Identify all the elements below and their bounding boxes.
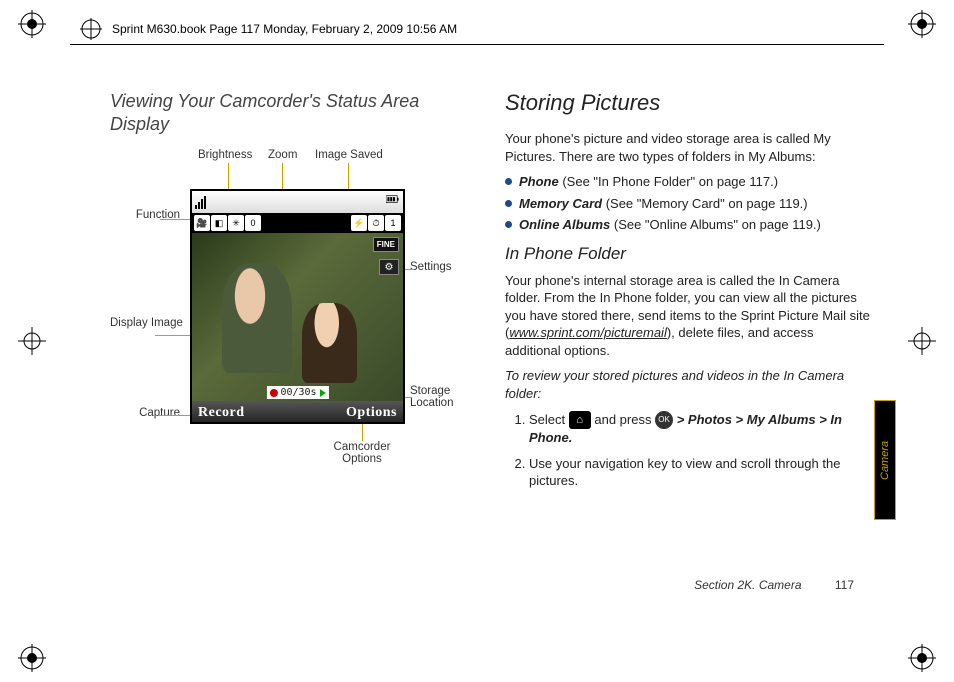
footer-page: 117 <box>835 578 854 592</box>
label-display-image: Display Image <box>110 317 180 329</box>
play-icon <box>320 389 326 397</box>
battery-icon <box>386 195 400 209</box>
time-bar: 00/30s <box>266 386 328 399</box>
phone-iconrow: 🎥 ◧ ✳ 0 ⚡ ⏱ 1 <box>192 213 403 233</box>
left-column: Viewing Your Camcorder's Status Area Dis… <box>110 90 475 498</box>
folder-bullet-list: Phone (See "In Phone Folder" on page 117… <box>505 173 870 234</box>
mode-icon: 🎥 <box>194 215 210 231</box>
sub-heading: In Phone Folder <box>505 244 870 264</box>
settings-icon: ⚙ <box>379 259 399 275</box>
phone-screen: 🎥 ◧ ✳ 0 ⚡ ⏱ 1 FINE ⚙ 00/30s <box>190 189 405 424</box>
crop-mark-icon <box>18 10 46 38</box>
label-settings: Settings <box>410 261 452 273</box>
label-image-saved: Image Saved <box>315 149 383 161</box>
label-capture: Capture <box>110 407 180 419</box>
list-item: Memory Card (See "Memory Card" on page 1… <box>505 195 870 213</box>
label-brightness: Brightness <box>198 149 252 161</box>
zoom-value: 0 <box>245 215 261 231</box>
count-value: 1 <box>385 215 401 231</box>
intro-para: Your phone's picture and video storage a… <box>505 130 870 165</box>
timer-icon: ⏱ <box>368 215 384 231</box>
list-item: Online Albums (See "Online Albums" on pa… <box>505 216 870 234</box>
url-text: www.sprint.com/picturemail <box>509 325 667 340</box>
home-key-icon <box>569 411 591 429</box>
signal-icon <box>195 195 209 209</box>
exposure-icon: ✳ <box>228 215 244 231</box>
camcorder-diagram: Brightness Zoom Image Saved Function Dis… <box>110 149 450 479</box>
left-heading: Viewing Your Camcorder's Status Area Dis… <box>110 90 475 135</box>
step-2: Use your navigation key to view and scro… <box>529 455 870 490</box>
softkey-left: Record <box>198 405 245 421</box>
step-1: Select and press > Photos > My Albums > … <box>529 411 870 447</box>
time-text: 00/30s <box>280 387 316 398</box>
record-dot-icon <box>269 389 277 397</box>
crop-mark-icon <box>18 644 46 672</box>
section-tab: Camera <box>874 400 896 520</box>
sub-para: Your phone's internal storage area is ca… <box>505 272 870 360</box>
softkey-bar: Record Options <box>192 401 403 424</box>
label-camcorder-options: Camcorder Options <box>322 441 402 465</box>
book-header: Sprint M630.book Page 117 Monday, Februa… <box>80 18 457 40</box>
fine-badge: FINE <box>373 237 399 252</box>
ok-key-icon <box>655 411 673 429</box>
label-storage-location: Storage Location <box>410 385 470 409</box>
crop-side-icon <box>18 327 46 355</box>
procedure-title: To review your stored pictures and video… <box>505 367 870 402</box>
label-zoom: Zoom <box>268 149 297 161</box>
footer-section: Section 2K. Camera <box>694 578 801 592</box>
crosshair-icon <box>80 18 102 40</box>
book-header-text: Sprint M630.book Page 117 Monday, Februa… <box>112 22 457 36</box>
brightness-icon: ◧ <box>211 215 227 231</box>
right-heading: Storing Pictures <box>505 90 870 116</box>
steps-list: Select and press > Photos > My Albums > … <box>505 411 870 490</box>
crop-side-icon <box>908 327 936 355</box>
list-item: Phone (See "In Phone Folder" on page 117… <box>505 173 870 191</box>
softkey-right: Options <box>346 405 397 421</box>
flash-icon: ⚡ <box>351 215 367 231</box>
viewfinder-image: FINE ⚙ 00/30s <box>192 233 403 401</box>
crop-mark-icon <box>908 644 936 672</box>
page-footer: Section 2K. Camera 117 <box>694 578 854 592</box>
crop-mark-icon <box>908 10 936 38</box>
right-column: Storing Pictures Your phone's picture an… <box>505 90 870 498</box>
header-rule <box>70 44 884 45</box>
phone-statusbar <box>192 191 403 213</box>
